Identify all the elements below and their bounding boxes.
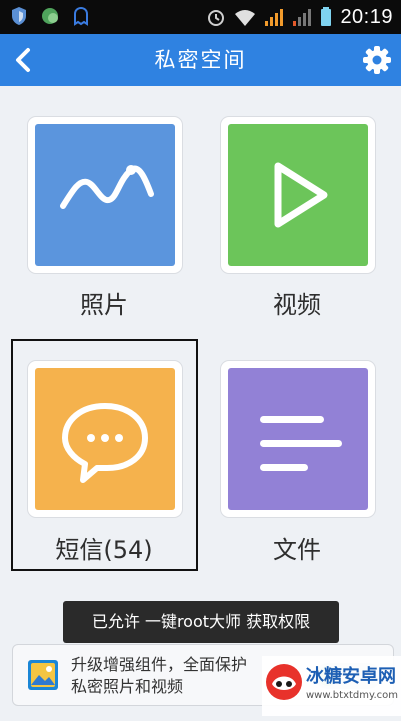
photos-tile-background <box>35 124 175 266</box>
alarm-icon <box>208 10 225 26</box>
settings-button[interactable] <box>361 44 393 76</box>
status-bar: 20:19 <box>0 0 401 34</box>
videos-tile-background <box>228 124 368 266</box>
app-bar: 私密空间 <box>0 34 401 86</box>
banner-line-2: 私密照片和视频 <box>71 677 184 696</box>
status-bar-notifications <box>10 6 90 26</box>
watermark-title: 冰糖安卓网 <box>306 666 396 687</box>
document-lines-icon <box>260 416 342 471</box>
wifi-icon <box>235 10 256 26</box>
photos-tile[interactable] <box>27 116 183 274</box>
photo-protection-icon <box>28 660 58 690</box>
videos-tile[interactable] <box>220 116 376 274</box>
banner-text: 升级增强组件，全面保护 私密照片和视频 <box>71 654 247 698</box>
chat-app-icon <box>42 8 58 24</box>
watermark-logo-icon <box>266 664 302 700</box>
signal-icon-2 <box>293 9 312 26</box>
status-bar-system: 20:19 <box>206 5 393 29</box>
videos-label: 视频 <box>273 291 321 319</box>
selection-highlight <box>11 339 198 571</box>
files-label: 文件 <box>273 536 321 564</box>
watermark: 冰糖安卓网 www.btxtdmy.com <box>262 656 401 716</box>
battery-icon <box>321 7 332 26</box>
photos-label: 照片 <box>80 291 128 319</box>
ghost-icon <box>74 6 88 26</box>
photo-icon <box>60 165 154 209</box>
page-title: 私密空间 <box>154 48 247 72</box>
gear-icon <box>363 46 391 74</box>
toast-message: 已允许 一键root大师 获取权限 <box>63 601 339 643</box>
status-time: 20:19 <box>340 6 393 28</box>
watermark-url: www.btxtdmy.com <box>306 690 399 701</box>
banner-line-1: 升级增强组件，全面保护 <box>71 655 248 674</box>
files-tile[interactable] <box>220 360 376 518</box>
play-icon <box>274 162 328 228</box>
signal-icon <box>265 9 284 26</box>
files-tile-background <box>228 368 368 510</box>
shield-icon <box>12 7 26 25</box>
